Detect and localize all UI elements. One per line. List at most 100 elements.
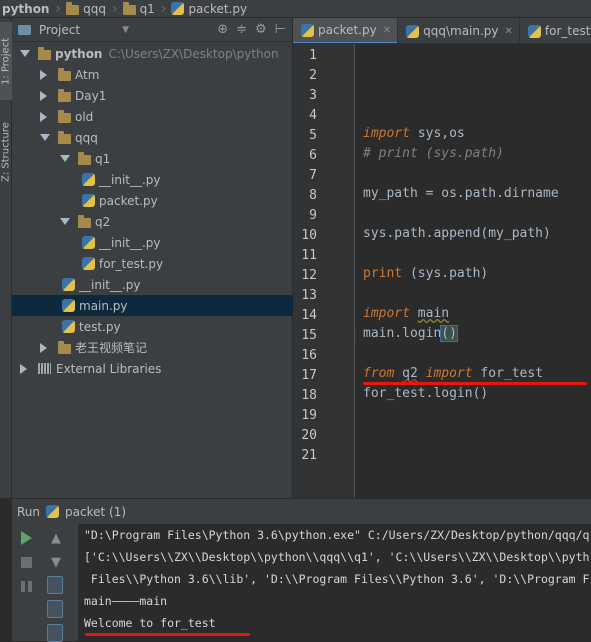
tree-item-label: __init__.py: [99, 235, 161, 250]
collapse-arrow-icon[interactable]: [20, 363, 27, 374]
tree-library-item[interactable]: External Libraries: [12, 358, 293, 379]
tab-label: qqq\main.py: [423, 24, 499, 38]
tree-item-label: for_test.py: [99, 256, 164, 271]
tree-folder-item[interactable]: Day1: [12, 85, 293, 106]
code-text: my_path = os.path.dirname: [363, 186, 559, 201]
tab-main-py[interactable]: qqq\main.py ✕: [398, 18, 520, 43]
tab-label: packet.py: [318, 23, 377, 37]
tree-file-item[interactable]: test.py: [12, 316, 293, 337]
project-tool-button[interactable]: 1: Project: [0, 22, 12, 100]
tree-item-label: python: [55, 46, 103, 61]
scroll-up-button[interactable]: ▲: [48, 530, 64, 546]
expand-arrow-icon[interactable]: [20, 50, 30, 57]
code-line-15: main.login(): [363, 324, 458, 344]
comment: # print (sys.path): [363, 146, 504, 161]
line-number: 3: [309, 88, 317, 103]
line-number: 14: [301, 308, 317, 323]
folder-icon: [58, 67, 71, 81]
code-text: q2: [402, 366, 418, 381]
python-file-icon: [82, 173, 95, 186]
annotation-underline: [363, 382, 587, 385]
tree-item-label: Atm: [75, 67, 100, 82]
tree-file-item[interactable]: main.py: [12, 295, 293, 316]
project-view-selector[interactable]: Project: [39, 23, 80, 37]
scroll-to-end-button[interactable]: [47, 600, 63, 618]
scroll-down-button[interactable]: ▼: [48, 554, 64, 570]
tree-file-item[interactable]: for_test.py: [12, 253, 293, 274]
left-tool-stripe: 1: Project Z: Structure: [0, 18, 12, 498]
folder-icon: [58, 130, 71, 144]
soft-wrap-icon: [47, 576, 63, 594]
annotation-underline: [85, 633, 250, 636]
soft-wrap-button[interactable]: [47, 576, 63, 594]
library-icon: [38, 363, 51, 374]
collapse-arrow-icon[interactable]: [40, 69, 47, 80]
python-file-icon: [82, 236, 95, 249]
breadcrumb-qqq[interactable]: qqq: [63, 0, 110, 17]
expand-arrow-icon[interactable]: [60, 155, 70, 162]
structure-tool-button[interactable]: Z: Structure: [0, 110, 12, 194]
tree-folder-item[interactable]: q1: [12, 148, 293, 169]
tree-folder-item[interactable]: Atm: [12, 64, 293, 85]
python-file-icon: [82, 194, 95, 207]
expand-arrow-icon[interactable]: [40, 134, 50, 141]
line-number: 11: [301, 248, 317, 263]
tab-packet-py[interactable]: packet.py ✕: [293, 18, 399, 43]
tab-for-test[interactable]: for_test: [520, 18, 591, 43]
close-icon[interactable]: ✕: [505, 26, 513, 37]
tree-folder-item[interactable]: q2: [12, 211, 293, 232]
console-output[interactable]: "D:\Program Files\Python 3.6\python.exe"…: [78, 524, 591, 641]
tree-folder-item[interactable]: qqq: [12, 127, 293, 148]
scroll-from-source-icon[interactable]: ⊕: [217, 22, 228, 37]
code-editor[interactable]: import sys,os # print (sys.path) my_path…: [356, 44, 591, 498]
line-number: 19: [301, 408, 317, 423]
line-number: 16: [301, 348, 317, 363]
code-line-6: # print (sys.path): [363, 144, 504, 164]
collapse-arrow-icon[interactable]: [40, 90, 47, 101]
line-number: 5: [309, 128, 317, 143]
tree-file-item[interactable]: packet.py: [12, 190, 293, 211]
tree-file-item[interactable]: __init__.py: [12, 232, 293, 253]
rerun-button[interactable]: [18, 530, 34, 546]
breadcrumb-q1[interactable]: q1: [120, 0, 159, 17]
expand-arrow-icon[interactable]: [60, 218, 70, 225]
close-icon[interactable]: ✕: [383, 25, 391, 36]
collapse-all-icon[interactable]: ≑: [236, 22, 247, 37]
pause-button[interactable]: [18, 578, 34, 594]
tree-file-item[interactable]: __init__.py: [12, 274, 293, 295]
hide-panel-icon[interactable]: ⊢: [275, 22, 286, 37]
folder-icon: [78, 151, 91, 165]
folder-icon: [122, 1, 136, 15]
breadcrumb-python[interactable]: python: [0, 0, 53, 17]
chevron-down-icon[interactable]: ▼: [122, 25, 129, 35]
tree-file-item[interactable]: __init__.py: [12, 169, 293, 190]
collapse-arrow-icon[interactable]: [40, 342, 47, 353]
keyword: import: [363, 126, 410, 141]
run-config-tab[interactable]: packet (1): [65, 505, 126, 519]
print-button[interactable]: [47, 624, 63, 642]
line-number: 18: [301, 388, 317, 403]
line-number-gutter[interactable]: 1 2 3 4 5 6 7 8 9 10 11 12 13 14 15 16 17 18 19 20 21: [293, 44, 355, 498]
console-line: main————main: [84, 594, 168, 608]
tree-folder-item[interactable]: old: [12, 106, 293, 127]
collapse-arrow-icon[interactable]: [40, 111, 47, 122]
tree-folder-item[interactable]: 老王视频笔记: [12, 337, 293, 358]
breadcrumb-packet[interactable]: packet.py: [168, 0, 251, 17]
tree-item-label: Day1: [75, 88, 107, 103]
code-text: for_test.login(): [363, 386, 489, 401]
run-panel-title[interactable]: Run: [17, 505, 40, 519]
line-number: 9: [309, 208, 317, 223]
folder-icon: [58, 88, 71, 102]
stop-button[interactable]: [18, 554, 34, 570]
pause-icon: [20, 580, 32, 592]
gear-icon[interactable]: ⚙: [255, 22, 267, 37]
code-text: for_test: [480, 366, 544, 381]
play-icon: [20, 531, 32, 545]
breadcrumb-label: qqq: [83, 1, 106, 16]
tab-label: for_test: [544, 24, 591, 38]
tree-folder-item[interactable]: python C:\Users\ZX\Desktop\python: [12, 43, 293, 64]
folder-icon: [78, 214, 91, 228]
run-toolbar: ▲ ▼: [12, 524, 78, 642]
line-number: 21: [301, 448, 317, 463]
folder-icon: [66, 1, 80, 15]
